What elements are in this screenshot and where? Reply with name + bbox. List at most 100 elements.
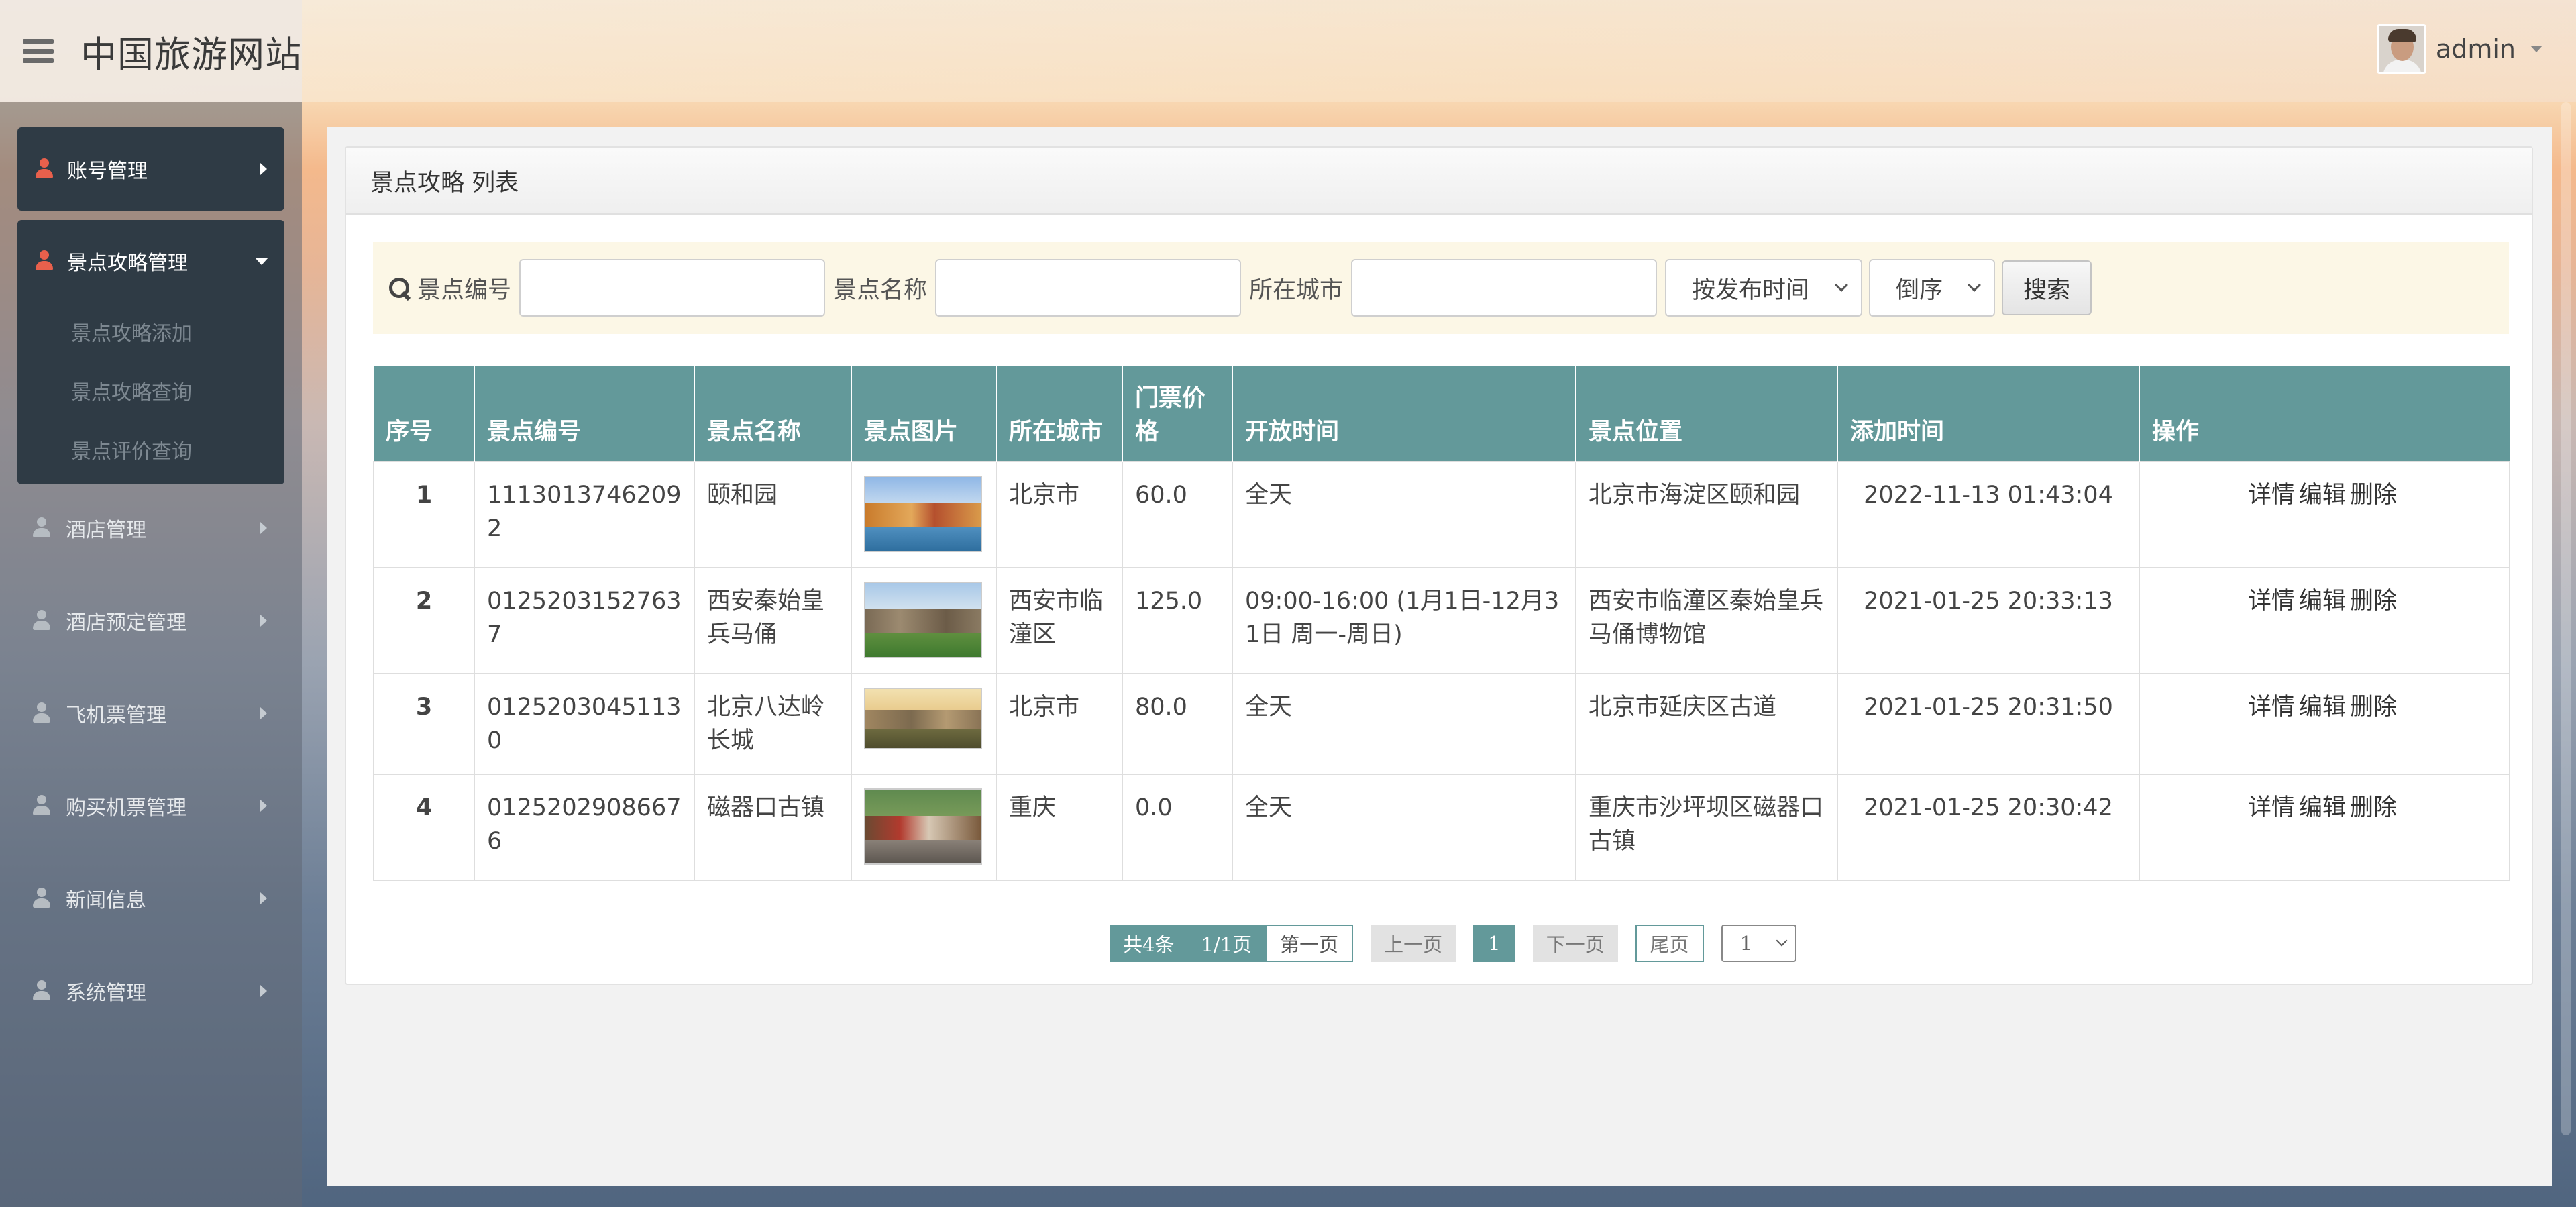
sidebar-item-label: 飞机票管理 [66, 704, 166, 727]
user-icon [32, 888, 51, 909]
column-header: 门票价格 [1122, 366, 1233, 462]
ciqikou-street-thumbnail[interactable] [864, 788, 982, 865]
top-header: 中国旅游网站 admin [0, 0, 2576, 102]
column-header: 添加时间 [1837, 366, 2140, 462]
row-index: 2 [373, 567, 475, 674]
delete-link[interactable]: 删除 [2350, 794, 2397, 821]
sidebar-item-ticket-purchase[interactable]: 购买机票管理 [17, 759, 284, 852]
sidebar-item-label: 酒店管理 [66, 519, 146, 542]
row-index: 4 [373, 774, 475, 881]
last-page-button[interactable]: 尾页 [1635, 925, 1704, 962]
sidebar-item-news[interactable]: 新闻信息 [17, 852, 284, 945]
total-count: 共4条 [1110, 925, 1188, 962]
user-icon [32, 702, 51, 724]
column-header: 操作 [2139, 366, 2510, 462]
city-search-input[interactable] [1351, 259, 1658, 317]
table-row: 3 01252030451130 北京八达岭长城 北京市 80.0 全天 北京市… [373, 673, 2510, 775]
opening-hours: 全天 [1232, 461, 1576, 568]
code-search-input[interactable] [519, 259, 826, 317]
page-jump-select[interactable]: 1 [1721, 925, 1796, 962]
edit-link[interactable]: 编辑 [2299, 482, 2346, 509]
delete-link[interactable]: 删除 [2350, 588, 2397, 615]
sidebar-item-account[interactable]: 账号管理 [17, 127, 284, 211]
user-menu[interactable]: admin [2376, 24, 2542, 74]
sort-order-value: 倒序 [1896, 276, 1943, 304]
detail-link[interactable]: 详情 [2248, 482, 2295, 509]
detail-link[interactable]: 详情 [2248, 588, 2295, 615]
sort-field-value: 按发布时间 [1692, 276, 1810, 304]
added-time: 2021-01-25 20:33:13 [1837, 567, 2140, 674]
sidebar-item-hotel-booking[interactable]: 酒店预定管理 [17, 574, 284, 667]
submenu-query-reviews[interactable]: 景点评价查询 [17, 420, 284, 479]
row-actions: 详情 编辑 删除 [2139, 673, 2510, 775]
great-wall-thumbnail[interactable] [864, 688, 982, 749]
user-icon [35, 250, 54, 272]
row-index: 3 [373, 673, 475, 775]
ticket-price: 125.0 [1122, 567, 1233, 674]
sidebar-item-label: 购买机票管理 [66, 796, 186, 820]
attraction-city: 北京市 [996, 673, 1123, 775]
sidebar-item-hotel[interactable]: 酒店管理 [17, 482, 284, 574]
edit-link[interactable]: 编辑 [2299, 588, 2346, 615]
code-label: 景点编号 [417, 276, 512, 304]
attraction-name: 西安秦始皇兵马俑 [694, 567, 852, 674]
submenu-query-attraction[interactable]: 景点攻略查询 [17, 361, 284, 420]
avatar[interactable] [2376, 24, 2426, 74]
chevron-down-icon [255, 257, 268, 265]
sidebar-item-attractions[interactable]: 景点攻略管理 景点攻略添加 景点攻略查询 景点评价查询 [17, 220, 284, 484]
attraction-city: 北京市 [996, 461, 1123, 568]
name-search-input[interactable] [935, 259, 1242, 317]
sidebar-item-system[interactable]: 系统管理 [17, 945, 284, 1037]
attraction-location: 重庆市沙坪坝区磁器口古镇 [1575, 774, 1838, 881]
attraction-city: 重庆 [996, 774, 1123, 881]
user-name[interactable]: admin [2436, 34, 2516, 64]
added-time: 2021-01-25 20:30:42 [1837, 774, 2140, 881]
sidebar-item-label: 酒店预定管理 [66, 611, 186, 635]
column-header: 开放时间 [1232, 366, 1576, 462]
list-panel: 景点攻略 列表 景点编号 景点名称 所在城市 按发布时间 倒序 搜索 序号 景点… [345, 146, 2533, 985]
user-icon [32, 517, 51, 539]
search-bar: 景点编号 景点名称 所在城市 按发布时间 倒序 搜索 [373, 242, 2509, 334]
attraction-code: 01252031527637 [474, 567, 695, 674]
sort-field-select[interactable]: 按发布时间 [1665, 259, 1863, 317]
detail-link[interactable]: 详情 [2248, 794, 2295, 821]
prev-page-button[interactable]: 上一页 [1371, 925, 1456, 962]
sidebar-item-flight-tickets[interactable]: 飞机票管理 [17, 667, 284, 759]
attractions-table: 序号 景点编号 景点名称 景点图片 所在城市 门票价格 开放时间 景点位置 添加… [373, 366, 2510, 881]
edit-link[interactable]: 编辑 [2299, 794, 2346, 821]
detail-link[interactable]: 详情 [2248, 694, 2295, 721]
first-page-button[interactable]: 第一页 [1265, 925, 1354, 962]
delete-link[interactable]: 删除 [2350, 482, 2397, 509]
chevron-down-icon [1776, 935, 1788, 947]
search-button[interactable]: 搜索 [2002, 260, 2092, 315]
next-page-button[interactable]: 下一页 [1532, 925, 1618, 962]
attraction-location: 西安市临潼区秦始皇兵马俑博物馆 [1575, 567, 1838, 674]
row-index: 1 [373, 461, 475, 568]
current-page[interactable]: 1 [1473, 925, 1515, 962]
edit-link[interactable]: 编辑 [2299, 694, 2346, 721]
menu-toggle-icon[interactable] [23, 39, 54, 63]
ticket-price: 60.0 [1122, 461, 1233, 568]
attraction-name: 北京八达岭长城 [694, 673, 852, 775]
row-actions: 详情 编辑 删除 [2139, 461, 2510, 568]
column-header: 所在城市 [996, 366, 1123, 462]
added-time: 2022-11-13 01:43:04 [1837, 461, 2140, 568]
submenu-add-attraction[interactable]: 景点攻略添加 [17, 302, 284, 361]
attraction-name: 颐和园 [694, 461, 852, 568]
delete-link[interactable]: 删除 [2350, 694, 2397, 721]
summer-palace-thumbnail[interactable] [864, 476, 982, 552]
page-scrollbar[interactable] [2556, 102, 2576, 1207]
chevron-down-icon[interactable] [2530, 46, 2542, 52]
attraction-location: 北京市延庆区古道 [1575, 673, 1838, 775]
sidebar-item-label: 新闻信息 [66, 889, 146, 912]
column-header: 景点图片 [851, 366, 997, 462]
page-title: 景点攻略 列表 [346, 148, 2532, 215]
terracotta-museum-thumbnail[interactable] [864, 582, 982, 658]
chevron-down-icon [1968, 278, 1981, 292]
page-count: 1/1页 [1187, 925, 1266, 962]
attraction-location: 北京市海淀区颐和园 [1575, 461, 1838, 568]
pagination: 共4条 1/1页 第一页 上一页 1 下一页 尾页 1 [1110, 925, 1814, 962]
sort-order-select[interactable]: 倒序 [1869, 259, 1996, 317]
sidebar-item-label: 景点攻略管理 [67, 252, 188, 275]
ticket-price: 80.0 [1122, 673, 1233, 775]
